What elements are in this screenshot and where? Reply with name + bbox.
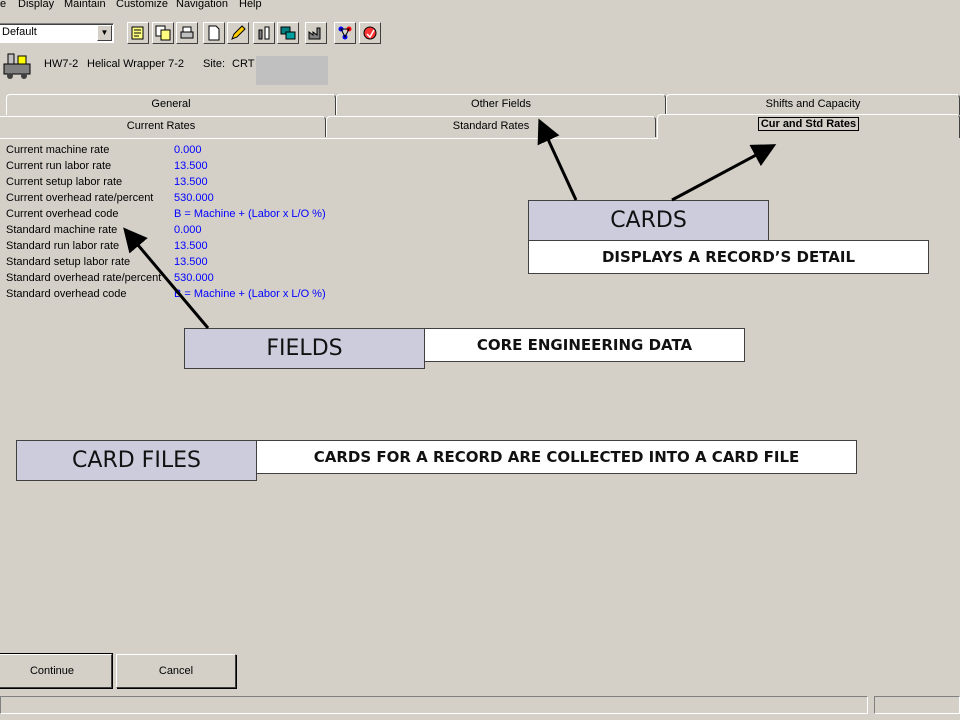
new-document-icon[interactable] <box>203 22 225 44</box>
view-select[interactable]: Default ▼ <box>0 23 114 43</box>
tab-shifts-capacity-label: Shifts and Capacity <box>765 98 861 110</box>
field-row: Standard run labor rate 13.500 <box>6 240 346 256</box>
view-select-value: Default <box>2 26 37 38</box>
tab-shifts-capacity[interactable]: Shifts and Capacity <box>666 94 960 115</box>
field-value[interactable]: 13.500 <box>174 160 208 172</box>
edit-icon[interactable] <box>227 22 249 44</box>
tab-cur-std-rates-label: Cur and Std Rates <box>757 117 860 131</box>
menu-help[interactable]: Help <box>239 0 262 10</box>
tab-cur-std-rates[interactable]: Cur and Std Rates <box>657 114 960 138</box>
factory-icon[interactable] <box>305 22 327 44</box>
fields-callout: FIELDS <box>184 328 425 369</box>
resource-name: Helical Wrapper 7-2 <box>87 58 185 70</box>
menu-navigation[interactable]: Navigation <box>176 0 228 10</box>
field-label: Standard overhead code <box>6 288 127 300</box>
field-value[interactable]: B = Machine + (Labor x L/O %) <box>174 288 326 300</box>
continue-button[interactable]: Continue <box>0 653 113 689</box>
cards-description: DISPLAYS A RECORD’S DETAIL <box>528 240 929 274</box>
tools-icon[interactable] <box>253 22 275 44</box>
card-files-description: CARDS FOR A RECORD ARE COLLECTED INTO A … <box>256 440 857 474</box>
field-row: Current overhead code B = Machine + (Lab… <box>6 208 346 224</box>
tab-general-label: General <box>151 98 191 110</box>
field-row: Standard machine rate 0.000 <box>6 224 346 240</box>
card-files-callout: CARD FILES <box>16 440 257 481</box>
copy-icon[interactable] <box>152 22 174 44</box>
tab-standard-rates[interactable]: Standard Rates <box>326 116 656 137</box>
tab-current-rates[interactable]: Current Rates <box>0 116 326 137</box>
tab-standard-rates-label: Standard Rates <box>452 120 530 132</box>
field-row: Current run labor rate 13.500 <box>6 160 346 176</box>
field-label: Current overhead code <box>6 208 119 220</box>
field-label: Standard setup labor rate <box>6 256 131 268</box>
field-label: Standard machine rate <box>6 224 118 236</box>
field-label: Current machine rate <box>6 144 110 156</box>
tab-other-fields[interactable]: Other Fields <box>336 94 666 115</box>
menu-bar: e Display Maintain Customize Navigation … <box>0 0 960 14</box>
field-value[interactable]: 13.500 <box>174 240 208 252</box>
tab-current-rates-label: Current Rates <box>126 120 196 132</box>
field-value[interactable]: 530.000 <box>174 192 214 204</box>
menu-maintain[interactable]: Maintain <box>64 0 106 10</box>
site-label: Site: <box>203 58 226 70</box>
field-label: Standard overhead rate/percent <box>6 272 162 284</box>
machine-icon <box>0 50 34 83</box>
status-pane-main <box>0 696 868 714</box>
status-bar <box>0 694 960 720</box>
field-value[interactable]: 0.000 <box>174 144 202 156</box>
menu-file[interactable]: e <box>0 0 6 10</box>
field-row: Current machine rate 0.000 <box>6 144 346 160</box>
cards-callout: CARDS <box>528 200 769 241</box>
tab-general[interactable]: General <box>6 94 336 115</box>
network-icon[interactable] <box>334 22 356 44</box>
field-row: Standard setup labor rate 13.500 <box>6 256 346 272</box>
menu-display[interactable]: Display <box>18 0 54 10</box>
arrow-to-cur-std-rates-tab <box>671 144 777 202</box>
field-row: Standard overhead rate/percent 530.000 <box>6 272 346 288</box>
field-label: Current run labor rate <box>6 160 112 172</box>
fields-description: CORE ENGINEERING DATA <box>424 328 745 362</box>
field-row: Current setup labor rate 13.500 <box>6 176 346 192</box>
field-value[interactable]: 13.500 <box>174 176 208 188</box>
field-value[interactable]: 13.500 <box>174 256 208 268</box>
notes-icon[interactable] <box>127 22 149 44</box>
field-label: Current overhead rate/percent <box>6 192 154 204</box>
resource-id: HW7-2 <box>44 58 79 70</box>
field-value[interactable]: 530.000 <box>174 272 214 284</box>
print-icon[interactable] <box>176 22 198 44</box>
status-pane-right <box>874 696 960 714</box>
field-label: Current setup labor rate <box>6 176 123 188</box>
field-label: Standard run labor rate <box>6 240 120 252</box>
windows-icon[interactable] <box>277 22 299 44</box>
cancel-button[interactable]: Cancel <box>116 654 236 688</box>
field-row: Current overhead rate/percent 530.000 <box>6 192 346 208</box>
tab-panel-border <box>0 138 658 139</box>
field-row: Standard overhead code B = Machine + (La… <box>6 288 346 304</box>
tab-other-fields-label: Other Fields <box>471 98 531 110</box>
help-icon[interactable] <box>359 22 381 44</box>
site-field <box>256 56 328 85</box>
chevron-down-icon[interactable]: ▼ <box>97 25 112 41</box>
field-value[interactable]: 0.000 <box>174 224 202 236</box>
site-value: CRT <box>232 58 255 70</box>
field-value[interactable]: B = Machine + (Labor x L/O %) <box>174 208 326 220</box>
menu-customize[interactable]: Customize <box>116 0 168 10</box>
